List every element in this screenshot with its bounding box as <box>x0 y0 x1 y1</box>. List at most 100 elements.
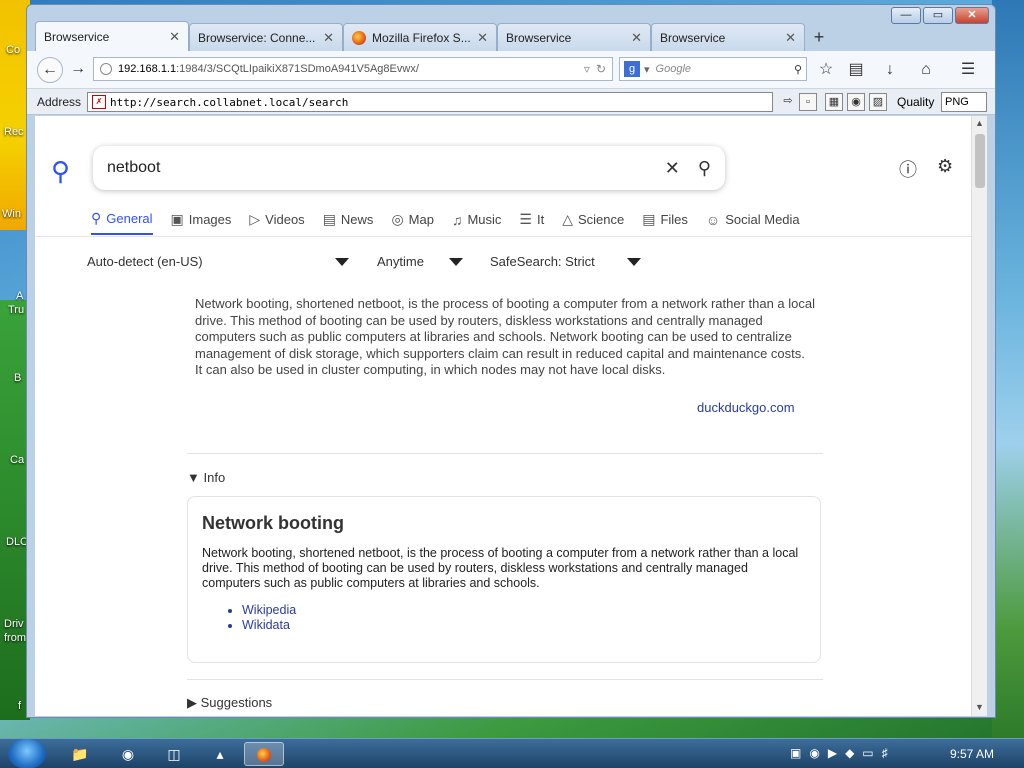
close-tab-icon[interactable]: ✕ <box>631 30 642 46</box>
desktop-icon-label[interactable]: Tru <box>8 304 24 316</box>
quality-select[interactable]: PNG <box>941 92 987 112</box>
abstract-source-link[interactable]: duckduckgo.com <box>697 400 795 415</box>
desktop-icon-label[interactable]: DLC <box>6 536 28 548</box>
minimize-button[interactable]: — <box>891 7 921 24</box>
desktop-icon-label[interactable]: Ca <box>10 454 24 466</box>
go-icon[interactable]: ⇨ <box>779 93 797 111</box>
close-tab-icon[interactable]: ✕ <box>477 30 488 46</box>
download-icon[interactable]: ↓ <box>879 59 901 81</box>
tab-music[interactable]: ♫ Music <box>452 210 501 235</box>
volume-muted-icon[interactable]: ♯ <box>882 746 888 760</box>
gear-icon[interactable]: ⚙ <box>937 156 953 177</box>
back-button[interactable]: ← <box>37 57 63 83</box>
scroll-down-icon[interactable]: ▼ <box>975 702 984 712</box>
close-tab-icon[interactable]: ✕ <box>785 30 796 46</box>
chevron-down-icon[interactable] <box>627 258 641 266</box>
language-select[interactable]: Auto-detect (en-US) <box>87 254 203 269</box>
scroll-up-icon[interactable]: ▲ <box>975 118 984 128</box>
tab-label: Mozilla Firefox S... <box>372 30 471 45</box>
display-icon[interactable]: ▭ <box>862 746 873 760</box>
explorer-icon[interactable]: 📁 <box>60 742 100 766</box>
tab-it[interactable]: ☰ It <box>519 210 544 235</box>
dropdown-arrow-icon[interactable]: ▿ <box>584 62 590 76</box>
desktop-icon-label[interactable]: from <box>4 632 26 644</box>
suggestions-toggle[interactable]: ▶ Suggestions <box>187 695 272 711</box>
tab-news[interactable]: ▤ News <box>323 210 374 235</box>
desktop-icon-label[interactable]: Win <box>2 208 21 220</box>
tab-browservice-1[interactable]: Browservice ✕ <box>35 21 189 51</box>
tab-mozilla-firefox[interactable]: Mozilla Firefox S... ✕ <box>343 23 497 51</box>
search-bar[interactable]: netboot ✕ ⚲ <box>93 146 725 190</box>
forward-button[interactable]: → <box>65 57 91 83</box>
chevron-down-icon[interactable] <box>449 258 463 266</box>
tab-browservice-connect[interactable]: Browservice: Conne... ✕ <box>189 23 343 51</box>
safesearch-select[interactable]: SafeSearch: Strict <box>490 254 595 269</box>
desktop-icon-label[interactable]: f <box>18 700 21 712</box>
bookmark-star-icon[interactable]: ☆ <box>815 59 837 81</box>
search-icon[interactable]: ⚲ <box>698 158 711 179</box>
menu-icon[interactable]: ☰ <box>957 59 979 81</box>
desktop-icon-label[interactable]: Rec <box>4 126 24 138</box>
chevron-down-icon[interactable]: ▾ <box>644 63 650 76</box>
home-icon[interactable]: ⌂ <box>915 59 937 81</box>
close-tab-icon[interactable]: ✕ <box>169 29 180 45</box>
web-search-box[interactable]: g ▾ Google ⚲ <box>619 57 807 81</box>
network-icon[interactable]: ◫ <box>154 742 194 766</box>
search-input[interactable]: netboot <box>107 159 647 177</box>
time-range-select[interactable]: Anytime <box>377 254 424 269</box>
new-tab-button[interactable]: + <box>805 23 833 51</box>
clipboard-icon[interactable]: ▨ <box>869 93 887 111</box>
scrollbar-thumb[interactable] <box>975 134 985 188</box>
vertical-scrollbar[interactable]: ▲ ▼ <box>971 116 987 716</box>
bookmark-icon[interactable]: ▫ <box>799 93 817 111</box>
close-tab-icon[interactable]: ✕ <box>323 30 334 46</box>
browser-window: — ▭ ✕ Browservice ✕ Browservice: Conne..… <box>26 4 996 718</box>
tray-icon[interactable]: ◉ <box>809 746 819 760</box>
close-window-button[interactable]: ✕ <box>955 7 989 24</box>
info-toggle[interactable]: ▼ Info <box>187 470 225 485</box>
find-icon[interactable]: ▦ <box>825 93 843 111</box>
desktop-icon-label[interactable]: B <box>14 372 21 384</box>
wikidata-link[interactable]: Wikidata <box>242 618 806 633</box>
google-icon[interactable]: g <box>624 61 640 77</box>
app-icon[interactable]: ▴ <box>200 742 240 766</box>
info-icon[interactable]: ⓘ <box>899 156 917 182</box>
tab-videos[interactable]: ▷ Videos <box>249 210 304 235</box>
internet-explorer-icon[interactable]: ◉ <box>108 742 148 766</box>
start-button[interactable] <box>8 739 46 768</box>
clear-icon[interactable]: ✕ <box>665 158 680 179</box>
tab-science[interactable]: △ Science <box>562 210 624 235</box>
tab-browservice-2[interactable]: Browservice ✕ <box>497 23 651 51</box>
chevron-down-icon[interactable] <box>335 258 349 266</box>
tab-map[interactable]: ◎ Map <box>391 210 434 235</box>
binoculars-icon[interactable]: ◉ <box>847 93 865 111</box>
wikipedia-link[interactable]: Wikipedia <box>242 603 806 618</box>
newspaper-icon: ▤ <box>322 211 336 227</box>
tray-icon[interactable]: ◆ <box>845 746 854 760</box>
tab-general[interactable]: ⚲ General <box>91 210 153 235</box>
reading-list-icon[interactable]: ▤ <box>845 59 867 81</box>
desktop-icon-label[interactable]: Co <box>6 44 20 56</box>
people-icon: ☺ <box>705 211 721 228</box>
searx-logo-icon[interactable]: ⚲ <box>51 156 70 187</box>
address-input[interactable]: ✗ http://search.collabnet.local/search <box>87 92 773 112</box>
maximize-button[interactable]: ▭ <box>923 7 953 24</box>
infobox-text: Network booting, shortened netboot, is t… <box>202 546 799 590</box>
tab-browservice-3[interactable]: Browservice ✕ <box>651 23 805 51</box>
tab-images[interactable]: ▣ Images <box>171 210 232 235</box>
map-pin-icon: ◎ <box>391 211 404 227</box>
infobox-card: Network booting Network booting, shorten… <box>187 496 821 663</box>
taskbar-clock[interactable]: 9:57 AM <box>950 747 994 761</box>
tab-label: Videos <box>265 212 305 227</box>
tab-files[interactable]: ▤ Files <box>642 210 688 235</box>
firefox-taskbar-icon[interactable] <box>244 742 284 766</box>
desktop-icon-label[interactable]: A <box>16 290 23 302</box>
tab-social-media[interactable]: ☺ Social Media <box>706 210 800 235</box>
reload-icon[interactable]: ↻ <box>596 62 606 76</box>
url-bar[interactable]: 192.168.1.1 :1984/3/SCQtLIpaikiX871SDmoA… <box>93 57 613 81</box>
search-icon[interactable]: ⚲ <box>794 63 802 76</box>
tray-icon[interactable]: ▣ <box>790 746 801 760</box>
play-icon[interactable]: ▶ <box>828 746 837 760</box>
divider <box>187 453 823 454</box>
desktop-icon-label[interactable]: Driv <box>4 618 24 630</box>
